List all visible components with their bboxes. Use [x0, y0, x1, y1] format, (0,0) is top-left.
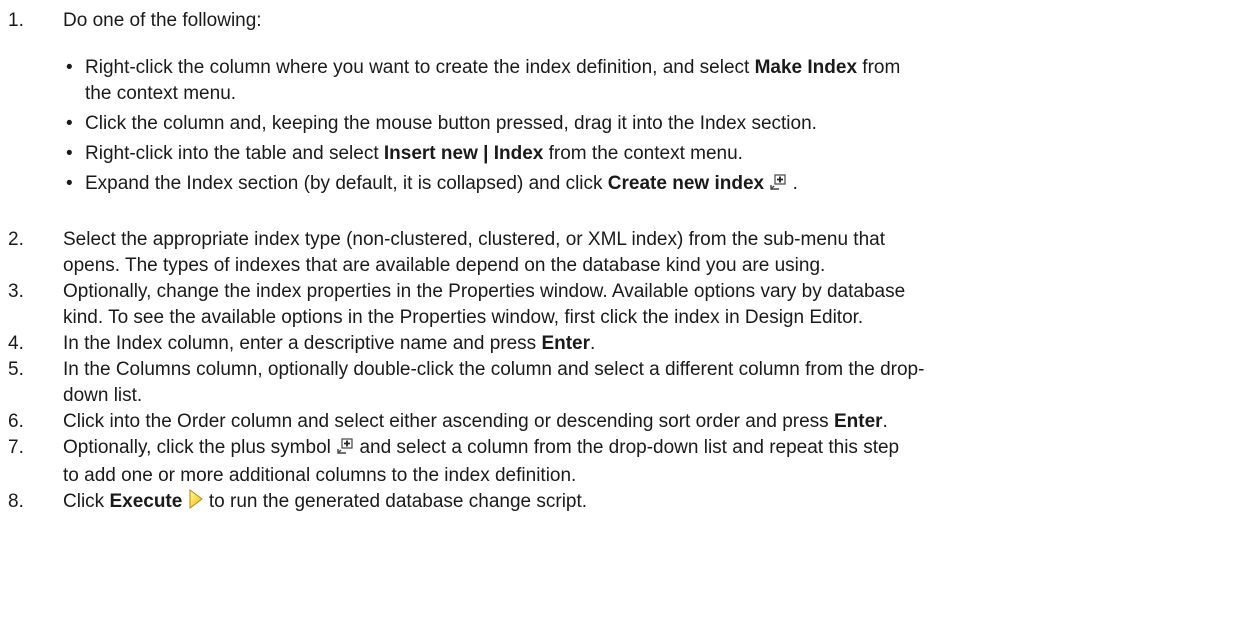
execute-arrow-icon	[188, 489, 204, 517]
step-text-post: .	[590, 333, 596, 354]
list-item: • Right-click into the table and select …	[63, 141, 1251, 167]
step-number: 1.	[8, 10, 24, 31]
bullet-text-pre: Right-click into the table and select	[85, 143, 384, 164]
option-list: • Right-click the column where you want …	[63, 55, 1251, 199]
step-text-pre: Optionally, click the plus symbol	[63, 437, 331, 458]
step-text-pre: In the Index column, enter a descriptive…	[63, 333, 542, 354]
step-text-pre: Click into the Order column and select e…	[63, 411, 834, 432]
step-text-pre: Click	[63, 491, 110, 512]
step-1: 1. Do one of the following:	[0, 8, 1251, 34]
step-7: 7. Optionally, click the plus symbol and…	[0, 435, 1251, 489]
step-2: 2. Select the appropriate index type (no…	[0, 227, 1251, 279]
bullet-text-line2: the context menu.	[85, 83, 237, 104]
step-5: 5. In the Columns column, optionally dou…	[0, 357, 1251, 409]
step-text-post: to run the generated database change scr…	[208, 491, 588, 512]
list-item: • Click the column and, keeping the mous…	[63, 111, 1251, 137]
step-text-line1: Select the appropriate index type (non-c…	[63, 229, 886, 250]
step-text-bold: Enter	[541, 333, 591, 354]
bullet-text-post: from the context menu.	[543, 143, 743, 164]
bullet-text-pre: Expand the Index section (by default, it…	[85, 173, 608, 194]
step-text-bold: Execute	[109, 491, 183, 512]
bullet-text-pre: Right-click the column where you want to…	[85, 57, 755, 78]
step-number: 3.	[8, 281, 24, 302]
step-4: 4. In the Index column, enter a descript…	[0, 331, 1251, 357]
step-6: 6. Click into the Order column and selec…	[0, 409, 1251, 435]
step-text-post: and select a column from the drop-down l…	[359, 437, 900, 458]
bullet-text-bold: Create new index	[607, 173, 765, 194]
step-number: 5.	[8, 359, 24, 380]
step-text-line2: to add one or more additional columns to…	[63, 465, 577, 486]
step-text-line2: kind. To see the available options in th…	[63, 307, 864, 328]
bullet-dot: •	[66, 57, 73, 78]
bullet-dot: •	[66, 173, 73, 194]
step-number: 7.	[8, 437, 24, 458]
step-text-bold: Enter	[833, 411, 883, 432]
step-number: 8.	[8, 491, 24, 512]
bullet-text: Click the column and, keeping the mouse …	[85, 113, 817, 134]
step-3: 3. Optionally, change the index properti…	[0, 279, 1251, 331]
step-text: Do one of the following:	[63, 10, 262, 31]
bullet-text-post: from	[857, 57, 901, 78]
add-row-icon	[336, 437, 354, 463]
bullet-dot: •	[66, 143, 73, 164]
bullet-text-post: .	[792, 173, 798, 194]
add-row-icon	[769, 173, 787, 199]
step-text-line1: Optionally, change the index properties …	[63, 281, 906, 302]
step-text-line2: down list.	[63, 385, 143, 406]
step-text-post: .	[882, 411, 888, 432]
list-item: • Right-click the column where you want …	[63, 55, 1251, 107]
bullet-text-bold: Make Index	[754, 57, 858, 78]
step-1-options: • Right-click the column where you want …	[0, 55, 1251, 199]
step-number: 2.	[8, 229, 24, 250]
bullet-text-bold: Insert new | Index	[383, 143, 544, 164]
step-text-line1: In the Columns column, optionally double…	[63, 359, 925, 380]
document-body: 1. Do one of the following: • Right-clic…	[0, 0, 1251, 517]
step-8: 8. Click Execute to run the generated da…	[0, 489, 1251, 517]
step-text-line2: opens. The types of indexes that are ava…	[63, 255, 826, 276]
bullet-dot: •	[66, 113, 73, 134]
step-number: 4.	[8, 333, 24, 354]
step-number: 6.	[8, 411, 24, 432]
list-item: • Expand the Index section (by default, …	[63, 171, 1251, 199]
